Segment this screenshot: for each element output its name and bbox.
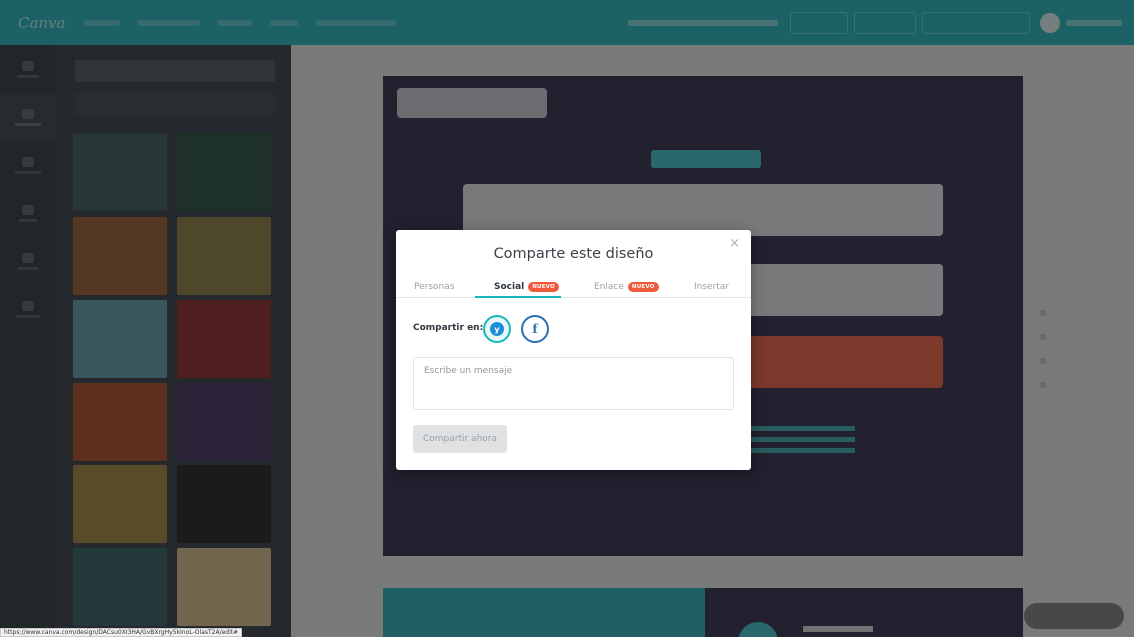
- tab-label: Personas: [414, 282, 455, 292]
- new-badge: NUEVO: [528, 282, 559, 292]
- tab-label: Enlace: [594, 282, 624, 292]
- tab-social[interactable]: Social NUEVO: [494, 276, 559, 298]
- facebook-share-button[interactable]: f: [521, 315, 549, 343]
- twitter-icon: y: [490, 322, 504, 336]
- share-tabs: Personas Social NUEVO Enlace NUEVO Inser…: [396, 276, 751, 298]
- message-input[interactable]: [413, 357, 734, 410]
- active-tab-indicator: [475, 296, 561, 298]
- tab-insertar[interactable]: Insertar: [694, 276, 729, 298]
- modal-title: Comparte este diseño: [493, 246, 654, 262]
- tab-enlace[interactable]: Enlace NUEVO: [594, 276, 659, 298]
- share-now-button[interactable]: Compartir ahora: [413, 425, 507, 453]
- tab-label: Social: [494, 282, 525, 292]
- facebook-icon: f: [532, 322, 538, 336]
- tab-label: Insertar: [694, 282, 730, 292]
- status-bar-url: https://www.canva.com/design/DACsu0XI3HA…: [0, 628, 243, 637]
- twitter-share-button[interactable]: y: [483, 315, 511, 343]
- share-modal: × Comparte este diseño Personas Social N…: [396, 230, 751, 470]
- new-badge: NUEVO: [627, 282, 659, 292]
- share-label: Compartir en:: [413, 323, 484, 333]
- tab-personas[interactable]: Personas: [414, 276, 454, 298]
